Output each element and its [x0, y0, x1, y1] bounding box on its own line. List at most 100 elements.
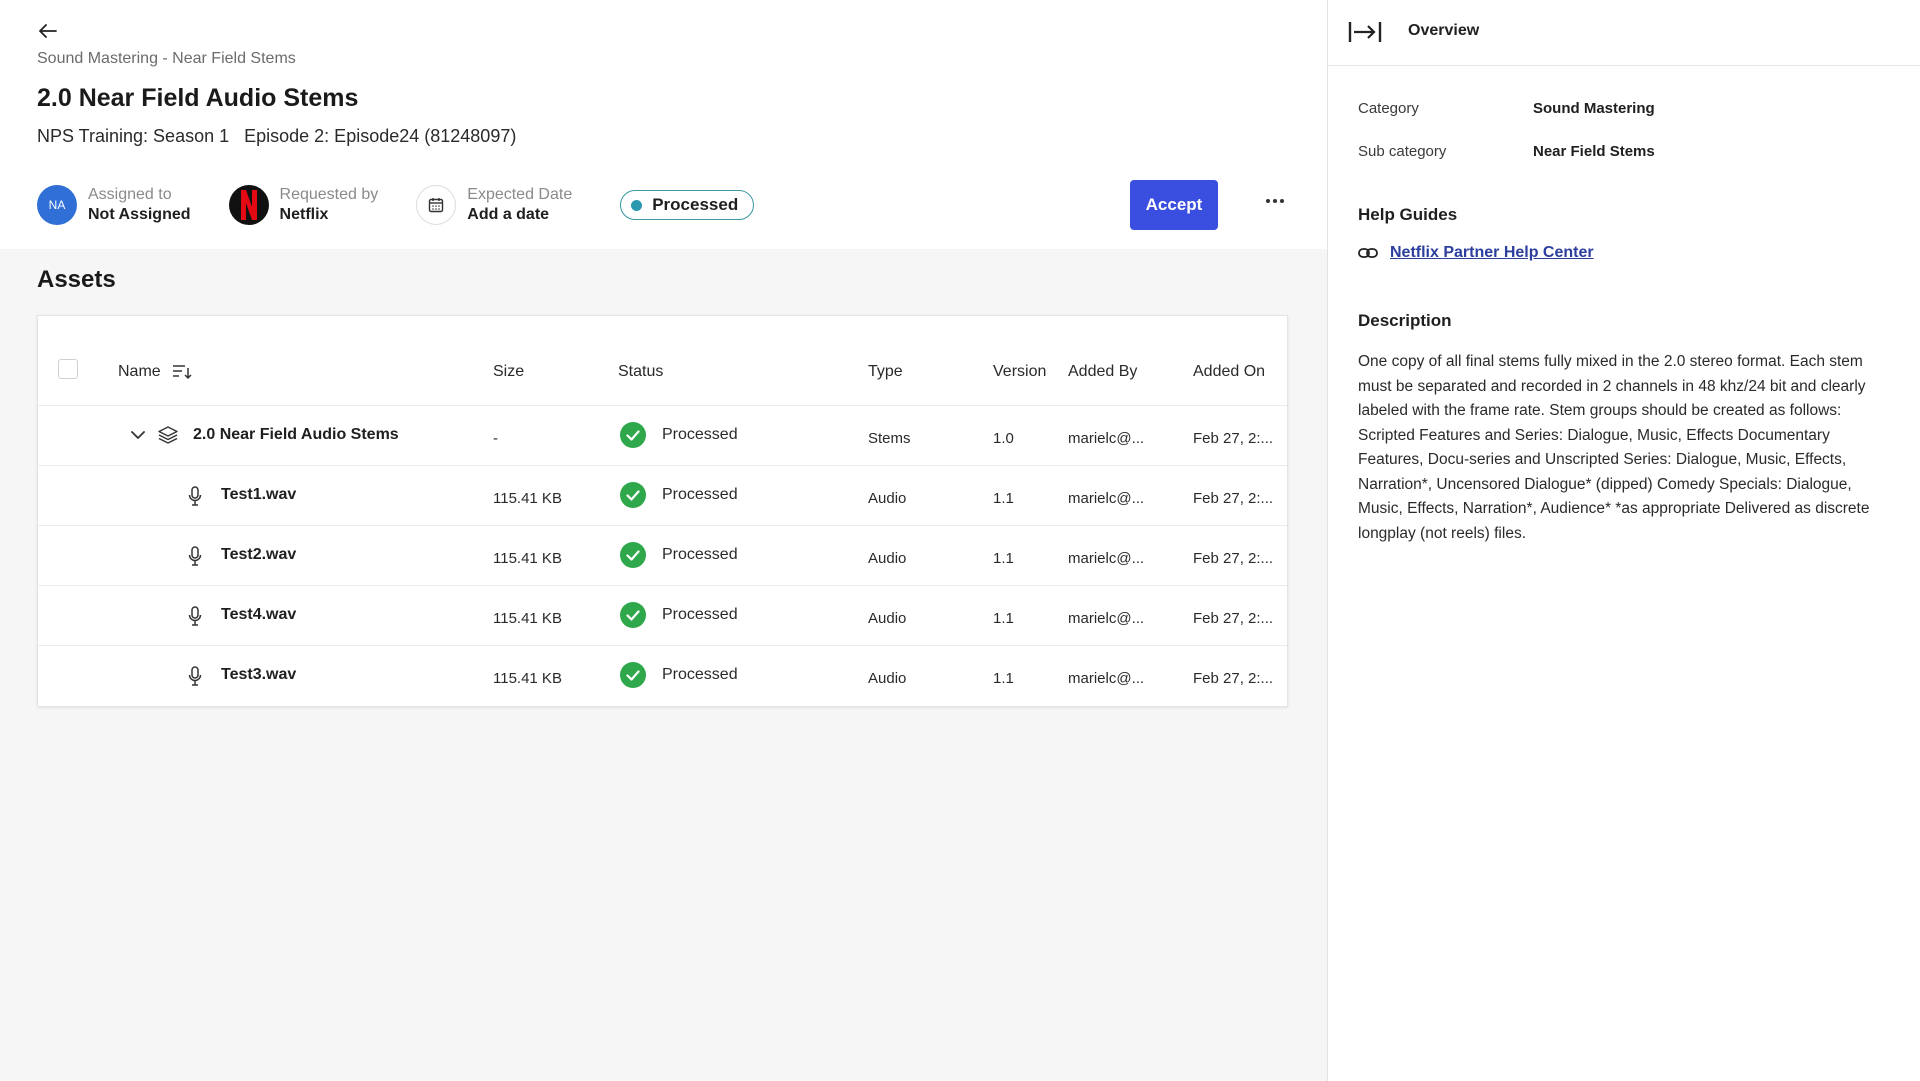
avatar: NA [37, 185, 77, 225]
column-size[interactable]: Size [493, 363, 524, 381]
column-added-by[interactable]: Added By [1068, 363, 1137, 381]
assigned-value: Not Assigned [88, 206, 191, 223]
calendar-icon [416, 185, 457, 225]
page-title: 2.0 Near Field Audio Stems [37, 84, 359, 112]
asset-name[interactable]: Test2.wav [221, 546, 296, 564]
accept-button[interactable]: Accept [1130, 180, 1218, 230]
asset-added-by: marielc@... [1068, 550, 1145, 567]
table-row[interactable]: Test3.wav 115.41 KB Processed Audio 1.1 … [38, 646, 1287, 706]
asset-size: 115.41 KB [493, 550, 562, 567]
expected-label: Expected Date [467, 186, 573, 203]
asset-size: - [493, 430, 498, 447]
asset-size: 115.41 KB [493, 610, 562, 627]
requested-text: Requested by Netflix [280, 185, 379, 225]
asset-status-label: Processed [662, 426, 738, 443]
asset-status: Processed [620, 602, 738, 628]
assets-title: Assets [37, 266, 116, 293]
table-row[interactable]: Test2.wav 115.41 KB Processed Audio 1.1 … [38, 526, 1287, 586]
check-circle-icon [620, 662, 646, 688]
column-added-on[interactable]: Added On [1193, 363, 1265, 381]
sort-icon[interactable] [172, 364, 192, 380]
asset-type: Audio [868, 490, 907, 507]
asset-added-by: marielc@... [1068, 670, 1145, 687]
asset-status-label: Processed [662, 606, 738, 623]
more-options-icon[interactable] [1260, 190, 1290, 212]
check-circle-icon [620, 602, 646, 628]
link-icon [1358, 248, 1378, 258]
asset-version: 1.1 [993, 490, 1014, 507]
asset-status: Processed [620, 422, 738, 448]
check-circle-icon [620, 482, 646, 508]
breadcrumb: Sound Mastering - Near Field Stems [37, 50, 296, 67]
asset-added-on: Feb 27, 2:... [1193, 430, 1274, 447]
asset-status: Processed [620, 482, 738, 508]
arrow-left-icon [39, 24, 57, 38]
description-title: Description [1358, 311, 1452, 330]
chevron-down-icon[interactable] [131, 430, 145, 440]
column-name[interactable]: Name [118, 363, 161, 381]
microphone-icon [188, 666, 202, 686]
asset-version: 1.1 [993, 610, 1014, 627]
check-circle-icon [620, 422, 646, 448]
table-row[interactable]: Test4.wav 115.41 KB Processed Audio 1.1 … [38, 586, 1287, 646]
asset-size: 115.41 KB [493, 490, 562, 507]
asset-added-by: marielc@... [1068, 610, 1145, 627]
panel-title: Overview [1408, 22, 1480, 39]
microphone-icon [188, 546, 202, 566]
asset-type: Audio [868, 610, 907, 627]
asset-type: Stems [868, 430, 911, 447]
expected-text: Expected Date Add a date [467, 185, 572, 225]
calendar-glyph-icon [429, 198, 444, 213]
app: Sound Mastering - Near Field Stems 2.0 N… [0, 0, 1920, 1081]
description-text: One copy of all final stems fully mixed … [1358, 353, 1870, 542]
column-version[interactable]: Version [993, 363, 1046, 381]
dot [1273, 199, 1277, 203]
overview-panel: Overview Category Sound Mastering Sub ca… [1328, 0, 1920, 1081]
netflix-n-icon [240, 190, 257, 220]
asset-type: Audio [868, 550, 907, 567]
asset-added-on: Feb 27, 2:... [1193, 610, 1274, 627]
status-badge-label: Processed [652, 195, 739, 214]
back-button[interactable] [37, 20, 59, 42]
dot [1266, 199, 1270, 203]
asset-name[interactable]: 2.0 Near Field Audio Stems [193, 426, 399, 444]
assigned-text: Assigned to Not Assigned [88, 185, 191, 225]
table-row[interactable]: 2.0 Near Field Audio Stems - Processed S… [38, 406, 1287, 466]
asset-status: Processed [620, 542, 738, 568]
check-circle-icon [620, 542, 646, 568]
asset-version: 1.1 [993, 550, 1014, 567]
assigned-to[interactable]: NA Assigned to Not Assigned [37, 185, 191, 225]
page-subtitle: NPS Training: Season 1 Episode 2: Episod… [37, 126, 516, 147]
asset-status-label: Processed [662, 666, 738, 683]
status-dot-icon [631, 199, 643, 211]
asset-name[interactable]: Test4.wav [221, 606, 296, 624]
column-status[interactable]: Status [618, 363, 663, 381]
category-label: Category [1358, 100, 1419, 117]
asset-type: Audio [868, 670, 907, 687]
category-row: Category Sound Mastering [1358, 100, 1655, 117]
asset-version: 1.1 [993, 670, 1014, 687]
collapse-panel-icon[interactable] [1348, 20, 1382, 44]
assigned-label: Assigned to [88, 186, 172, 203]
help-center-link[interactable]: Netflix Partner Help Center [1390, 244, 1594, 262]
asset-name[interactable]: Test3.wav [221, 666, 296, 684]
panel-header: Overview [1328, 0, 1920, 66]
layers-icon [158, 426, 178, 444]
asset-status-label: Processed [662, 486, 738, 503]
page-header: Sound Mastering - Near Field Stems 2.0 N… [0, 0, 1327, 249]
subcategory-label: Sub category [1358, 143, 1447, 160]
asset-size: 115.41 KB [493, 670, 562, 687]
column-type[interactable]: Type [868, 363, 903, 381]
asset-version: 1.0 [993, 430, 1014, 447]
subcategory-row: Sub category Near Field Stems [1358, 143, 1655, 160]
help-link-row: Netflix Partner Help Center [1358, 244, 1594, 262]
episode-label: Episode 2: Episode24 (81248097) [244, 126, 517, 146]
expected-date[interactable]: Expected Date Add a date [416, 185, 572, 225]
season-label: NPS Training: Season 1 [37, 126, 230, 146]
dot [1280, 199, 1284, 203]
table-row[interactable]: Test1.wav 115.41 KB Processed Audio 1.1 … [38, 466, 1287, 526]
asset-name[interactable]: Test1.wav [221, 486, 296, 504]
select-all-checkbox[interactable] [58, 359, 78, 379]
status-badge: Processed [620, 190, 755, 220]
requested-label: Requested by [279, 186, 379, 203]
